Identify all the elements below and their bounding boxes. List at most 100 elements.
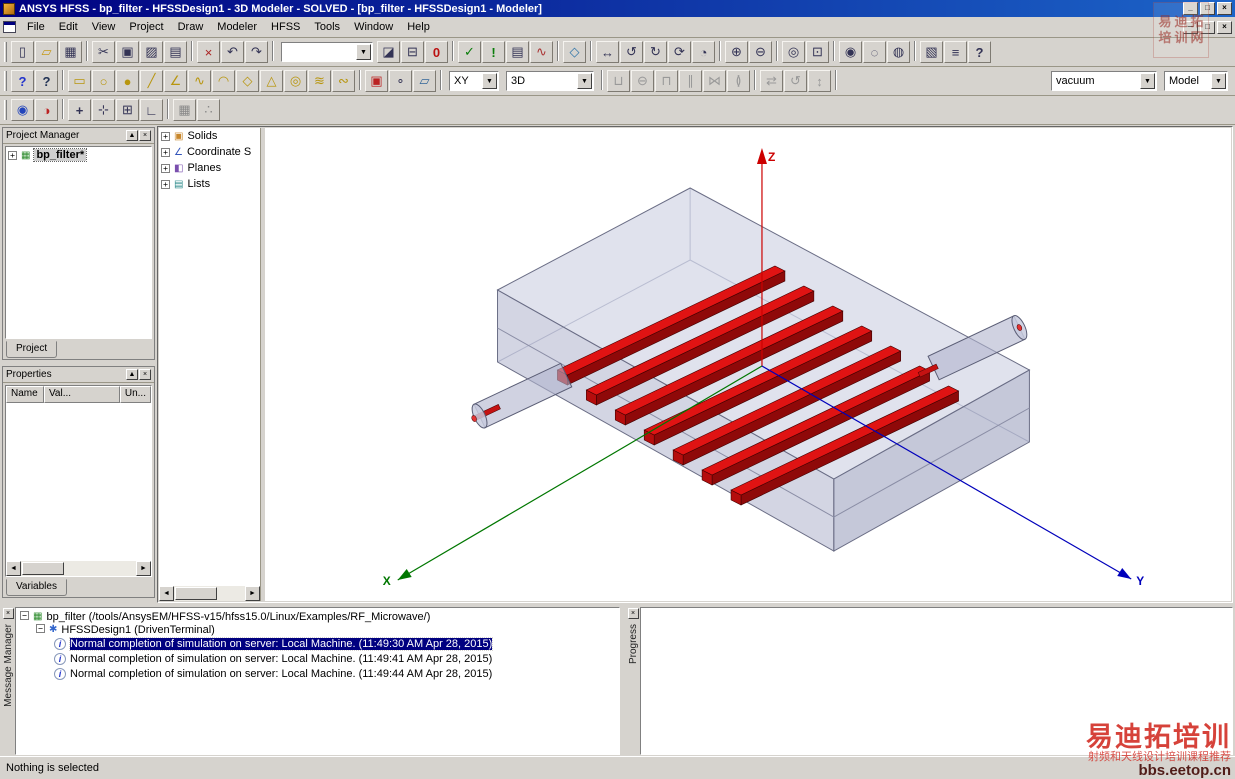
validate-button[interactable]: ✓	[458, 41, 481, 63]
scale-button[interactable]: ↕	[808, 70, 831, 92]
expand-icon[interactable]: +	[161, 164, 170, 173]
datasets-button[interactable]: ≡	[944, 41, 967, 63]
copy-button[interactable]: ▣	[116, 41, 139, 63]
unite-button[interactable]: ⊔	[607, 70, 630, 92]
column-header[interactable]: Name	[6, 386, 44, 403]
menu-hfss[interactable]: HFSS	[264, 18, 307, 36]
model-view-combo[interactable]: Model ▼	[1164, 71, 1228, 91]
chevron-down-icon[interactable]: ▼	[356, 44, 371, 60]
menu-edit[interactable]: Edit	[52, 18, 85, 36]
solution-data-button[interactable]: ▤	[506, 41, 529, 63]
draw-ellipse-button[interactable]: ○	[92, 70, 115, 92]
redo-button[interactable]: ↷	[245, 41, 268, 63]
fields-overlay-button[interactable]: ◇	[563, 41, 586, 63]
scroll-track[interactable]	[218, 586, 245, 601]
grid-plane-button[interactable]: ▦	[173, 99, 196, 121]
draw-plane-button[interactable]: ▱	[413, 70, 436, 92]
radiation-boundary-button[interactable]: ◑	[35, 99, 58, 121]
collapse-icon[interactable]: −	[20, 611, 29, 620]
help-pointer-button[interactable]: ?	[968, 41, 991, 63]
scroll-thumb[interactable]	[22, 562, 64, 575]
chevron-down-icon[interactable]: ▼	[1140, 73, 1155, 89]
mdi-restore-button[interactable]: □	[1200, 21, 1215, 34]
connect-button[interactable]: ≬	[727, 70, 750, 92]
properties-hscrollbar[interactable]: ◄ ►	[6, 561, 151, 576]
snap-settings-button[interactable]: ∴	[197, 99, 220, 121]
zoom-in-button[interactable]: ⊕	[725, 41, 748, 63]
zero-order-solver-button[interactable]: 0	[425, 41, 448, 63]
toolbar-grip[interactable]	[4, 71, 7, 91]
message-item[interactable]: i Normal completion of simulation on ser…	[18, 637, 617, 651]
shortcut-help-button[interactable]: ?	[35, 70, 58, 92]
draw-helix-button[interactable]: ≋	[308, 70, 331, 92]
child-window-icon[interactable]	[3, 21, 16, 33]
scroll-left-icon[interactable]: ◄	[159, 586, 174, 601]
maximize-button[interactable]: □	[1200, 2, 1215, 15]
intersect-button[interactable]: ⊓	[655, 70, 678, 92]
movement-mode-combo[interactable]: 3D ▼	[506, 71, 594, 91]
face-cs-button[interactable]: ⊹	[92, 99, 115, 121]
rotate-model-center-button[interactable]: ↺	[620, 41, 643, 63]
menu-modeler[interactable]: Modeler	[210, 18, 264, 36]
subtract-button[interactable]: ⊖	[631, 70, 654, 92]
zoom-window-button[interactable]: ◎	[782, 41, 805, 63]
draw-arc-button[interactable]: ◠	[212, 70, 235, 92]
visibility-button[interactable]: ◉	[839, 41, 862, 63]
project-name-label[interactable]: bp_filter*	[34, 149, 86, 161]
scroll-right-icon[interactable]: ►	[245, 586, 260, 601]
object-cs-button[interactable]: ⊞	[116, 99, 139, 121]
menu-file[interactable]: File	[20, 18, 52, 36]
expand-icon[interactable]: +	[161, 180, 170, 189]
message-item[interactable]: i Normal completion of simulation on ser…	[18, 652, 617, 666]
pan-button[interactable]: ↔	[596, 41, 619, 63]
column-header[interactable]: Un...	[120, 386, 151, 403]
menu-project[interactable]: Project	[122, 18, 170, 36]
global-cs-button[interactable]: ∟	[140, 99, 163, 121]
collapse-icon[interactable]: −	[36, 624, 45, 633]
message-text[interactable]: Normal completion of simulation on serve…	[70, 638, 492, 650]
menu-draw[interactable]: Draw	[171, 18, 211, 36]
draw-box-button[interactable]: ▣	[365, 70, 388, 92]
rotate-button[interactable]: ↺	[784, 70, 807, 92]
chevron-down-icon[interactable]: ▼	[577, 73, 592, 89]
tab-variables[interactable]: Variables	[6, 579, 67, 596]
tree-item-coordinate-systems[interactable]: + ∠ Coordinate S	[159, 144, 260, 160]
sphere-boundary-button[interactable]: ◉	[11, 99, 34, 121]
rotate-screen-center-button[interactable]: ↻	[644, 41, 667, 63]
message-project-node[interactable]: − ▦ bp_filter (/tools/AnsysEM/HFSS-v15/h…	[18, 611, 617, 623]
collapse-panel-button[interactable]: ▲	[126, 369, 138, 380]
menu-tools[interactable]: Tools	[307, 18, 347, 36]
context-help-button[interactable]: ?	[11, 70, 34, 92]
expand-icon[interactable]: +	[161, 148, 170, 157]
tree-item-project[interactable]: + ▦ bp_filter*	[6, 147, 151, 163]
draw-torus-button[interactable]: ◎	[284, 70, 307, 92]
draw-regular-polygon-button[interactable]: ◇	[236, 70, 259, 92]
dynamic-rotate-button[interactable]: ⟳	[668, 41, 691, 63]
drawing-plane-combo[interactable]: XY ▼	[449, 71, 499, 91]
move-button[interactable]: ⇄	[760, 70, 783, 92]
draw-sweep-button[interactable]: ∾	[332, 70, 355, 92]
print-button[interactable]: ▤	[164, 41, 187, 63]
create-report-button[interactable]: ∿	[530, 41, 553, 63]
tab-project[interactable]: Project	[6, 341, 57, 358]
tree-item-planes[interactable]: + ◧ Planes	[159, 160, 260, 176]
expand-icon[interactable]: +	[8, 151, 17, 160]
draw-triangle-button[interactable]: △	[260, 70, 283, 92]
draw-polyline-button[interactable]: ∠	[164, 70, 187, 92]
material-combo[interactable]: vacuum ▼	[1051, 71, 1157, 91]
close-panel-button[interactable]: ×	[139, 369, 151, 380]
close-panel-button[interactable]: ×	[139, 130, 151, 141]
orbit-button[interactable]: ◔	[692, 41, 715, 63]
relative-cs-button[interactable]: +	[68, 99, 91, 121]
select-by-name-button[interactable]: ⊟	[401, 41, 424, 63]
close-icon[interactable]: ×	[3, 608, 14, 619]
toolbar-grip[interactable]	[4, 100, 7, 120]
draw-circle-button[interactable]: ●	[116, 70, 139, 92]
column-header[interactable]: Val...	[44, 386, 120, 403]
close-icon[interactable]: ×	[628, 608, 639, 619]
menu-help[interactable]: Help	[400, 18, 437, 36]
paste-button[interactable]: ▨	[140, 41, 163, 63]
message-text[interactable]: Normal completion of simulation on serve…	[70, 653, 492, 665]
chevron-down-icon[interactable]: ▼	[482, 73, 497, 89]
minimize-button[interactable]: _	[1183, 2, 1198, 15]
